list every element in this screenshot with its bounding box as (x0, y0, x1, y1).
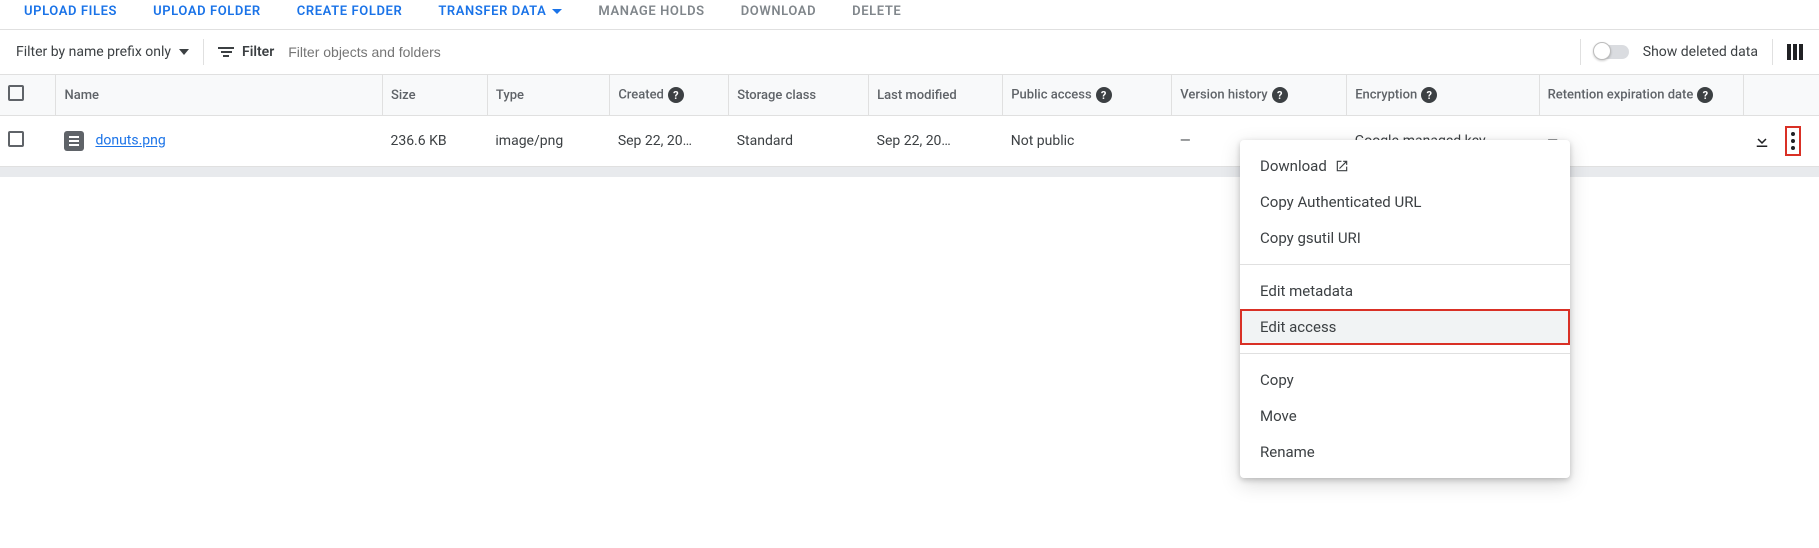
cell-type: image/png (487, 116, 609, 167)
select-all-header (0, 75, 56, 116)
help-icon[interactable]: ? (1096, 87, 1112, 103)
object-link[interactable]: donuts.png (95, 133, 165, 149)
menu-item-copy[interactable]: Copy (1240, 362, 1570, 398)
upload-files-button[interactable]: UPLOAD FILES (24, 4, 117, 19)
help-icon[interactable]: ? (1697, 87, 1713, 103)
menu-item-edit-metadata[interactable]: Edit metadata (1240, 273, 1570, 309)
show-deleted-toggle[interactable] (1595, 45, 1629, 59)
last-modified-header[interactable]: Last modified (869, 75, 1003, 116)
encryption-header-label: Encryption (1355, 88, 1417, 103)
object-icon (64, 131, 84, 151)
cell-name: donuts.png (56, 116, 382, 167)
help-icon[interactable]: ? (1421, 87, 1437, 103)
storage-class-header[interactable]: Storage class (729, 75, 869, 116)
toggle-knob (1593, 42, 1611, 60)
filter-input[interactable] (288, 44, 1566, 60)
select-all-checkbox[interactable] (8, 85, 24, 101)
menu-item-download[interactable]: Download (1240, 148, 1570, 184)
action-bar: UPLOAD FILES UPLOAD FOLDER CREATE FOLDER… (0, 0, 1819, 29)
chevron-down-icon (179, 49, 189, 55)
table-header-row: Name Size Type Created? Storage class La… (0, 75, 1819, 116)
divider (1772, 39, 1773, 65)
filter-chip-label: Filter (242, 44, 274, 60)
menu-item-move[interactable]: Move (1240, 398, 1570, 434)
public-access-header-label: Public access (1011, 88, 1091, 103)
size-header[interactable]: Size (382, 75, 487, 116)
context-menu: Download Copy Authenticated URL Copy gsu… (1240, 140, 1570, 478)
right-controls: Show deleted data (1580, 39, 1803, 65)
help-icon[interactable]: ? (668, 87, 684, 103)
divider (203, 39, 204, 65)
created-header[interactable]: Created? (610, 75, 729, 116)
cell-created: Sep 22, 20… (610, 116, 729, 167)
download-icon[interactable] (1753, 132, 1771, 150)
transfer-data-button[interactable]: TRANSFER DATA (438, 4, 562, 19)
manage-holds-button[interactable]: MANAGE HOLDS (598, 4, 704, 19)
cell-last-modified: Sep 22, 20… (869, 116, 1003, 167)
cell-size: 236.6 KB (382, 116, 487, 167)
cell-storage-class: Standard (729, 116, 869, 167)
public-access-header[interactable]: Public access? (1003, 75, 1172, 116)
menu-divider (1240, 264, 1570, 265)
filter-icon (218, 47, 234, 57)
menu-item-label: Download (1260, 157, 1327, 175)
help-icon[interactable]: ? (1272, 87, 1288, 103)
menu-divider (1240, 353, 1570, 354)
transfer-data-label: TRANSFER DATA (438, 4, 546, 19)
name-header[interactable]: Name (56, 75, 382, 116)
create-folder-button[interactable]: CREATE FOLDER (297, 4, 403, 19)
download-button[interactable]: DOWNLOAD (741, 4, 816, 19)
chevron-down-icon (552, 9, 562, 14)
more-actions-button[interactable] (1785, 126, 1801, 156)
version-history-header[interactable]: Version history? (1172, 75, 1347, 116)
menu-item-rename[interactable]: Rename (1240, 434, 1570, 470)
filter-chip[interactable]: Filter (218, 44, 274, 60)
row-checkbox[interactable] (8, 131, 24, 147)
type-header[interactable]: Type (487, 75, 609, 116)
version-history-header-label: Version history (1180, 88, 1267, 103)
retention-header[interactable]: Retention expiration date? (1539, 75, 1743, 116)
open-external-icon (1335, 159, 1349, 173)
show-deleted-label: Show deleted data (1643, 44, 1758, 60)
retention-header-label: Retention expiration date (1548, 88, 1694, 103)
menu-item-copy-gsutil[interactable]: Copy gsutil URI (1240, 220, 1570, 256)
divider (1580, 39, 1581, 65)
encryption-header[interactable]: Encryption? (1347, 75, 1539, 116)
delete-button[interactable]: DELETE (852, 4, 901, 19)
actions-header (1743, 75, 1819, 116)
cell-public-access: Not public (1003, 116, 1172, 167)
menu-item-edit-access[interactable]: Edit access (1240, 309, 1570, 345)
column-picker-button[interactable] (1787, 44, 1803, 60)
filter-bar: Filter by name prefix only Filter Show d… (0, 29, 1819, 75)
menu-item-copy-auth-url[interactable]: Copy Authenticated URL (1240, 184, 1570, 220)
upload-folder-button[interactable]: UPLOAD FOLDER (153, 4, 261, 19)
cell-actions (1743, 116, 1819, 167)
filter-mode-label: Filter by name prefix only (16, 44, 171, 60)
created-header-label: Created (618, 88, 664, 103)
filter-mode-dropdown[interactable]: Filter by name prefix only (16, 44, 189, 60)
